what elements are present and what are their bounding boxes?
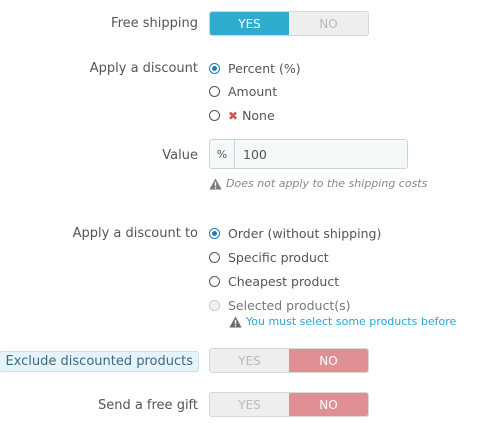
radio-percent-label: Percent (%) <box>228 61 301 76</box>
radio-amount[interactable]: Amount <box>209 84 277 99</box>
radio-none-label: None <box>242 108 275 123</box>
exclude-discounted-switch[interactable]: YES NO <box>209 348 369 373</box>
free-shipping-no[interactable]: NO <box>289 12 368 35</box>
value-label: Value <box>162 148 198 163</box>
radio-dot[interactable] <box>209 110 220 121</box>
radio-selected-products[interactable]: Selected product(s) <box>209 298 351 313</box>
value-help-text: Does not apply to the shipping costs <box>226 177 428 190</box>
value-input-group: % <box>209 139 408 169</box>
apply-discount-label: Apply a discount <box>89 61 198 76</box>
radio-specific-product[interactable]: Specific product <box>209 250 329 265</box>
exclude-discounted-label: Exclude discounted products <box>0 351 199 372</box>
radio-cheapest-label: Cheapest product <box>228 274 340 289</box>
radio-dot[interactable] <box>209 63 220 74</box>
radio-cheapest-product[interactable]: Cheapest product <box>209 274 339 289</box>
select-products-warning: You must select some products before <box>229 315 456 328</box>
radio-none[interactable]: ✖ None <box>209 108 275 123</box>
exclude-discounted-yes[interactable]: YES <box>210 349 289 372</box>
radio-order-label: Order (without shipping) <box>228 226 382 241</box>
radio-dot[interactable] <box>209 276 220 287</box>
radio-order[interactable]: Order (without shipping) <box>209 226 381 241</box>
value-help: Does not apply to the shipping costs <box>209 177 427 190</box>
radio-percent[interactable]: Percent (%) <box>209 61 301 76</box>
radio-dot[interactable] <box>209 252 220 263</box>
radio-dot[interactable] <box>209 300 220 311</box>
free-shipping-yes[interactable]: YES <box>210 12 289 35</box>
percent-addon: % <box>210 140 235 168</box>
radio-selected-label: Selected product(s) <box>228 298 351 313</box>
radio-specific-label: Specific product <box>228 250 329 265</box>
apply-to-label: Apply a discount to <box>72 226 198 241</box>
select-products-warning-text: You must select some products before <box>246 315 457 328</box>
radio-amount-label: Amount <box>228 84 278 99</box>
radio-dot[interactable] <box>209 228 220 239</box>
free-shipping-label: Free shipping <box>111 16 198 31</box>
free-gift-yes[interactable]: YES <box>210 393 289 416</box>
warning-icon <box>229 316 242 328</box>
warning-icon <box>209 178 222 190</box>
exclude-discounted-no[interactable]: NO <box>289 349 368 372</box>
free-gift-label: Send a free gift <box>97 398 198 413</box>
free-shipping-switch[interactable]: YES NO <box>209 11 369 36</box>
free-gift-no[interactable]: NO <box>289 393 368 416</box>
radio-dot[interactable] <box>209 86 220 97</box>
value-input[interactable] <box>235 140 407 168</box>
free-gift-switch[interactable]: YES NO <box>209 392 369 417</box>
x-icon: ✖ <box>228 108 239 123</box>
